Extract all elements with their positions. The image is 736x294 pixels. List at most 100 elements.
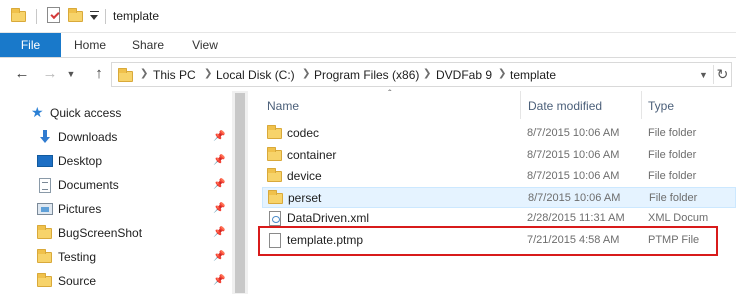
nav-item-source[interactable]: Source 📌 (0, 269, 232, 293)
nav-scrollbar[interactable] (232, 91, 248, 294)
file-type: File folder (648, 170, 697, 182)
breadcrumb-this-pc[interactable]: This PC (153, 68, 196, 82)
ribbon-tabs: File Home Share View (0, 33, 736, 58)
folder-icon (268, 190, 284, 205)
star-icon: ★ (31, 104, 44, 120)
nav-label: Documents (58, 178, 119, 192)
folder-icon[interactable] (11, 8, 27, 23)
file-row-device[interactable]: device 8/7/2015 10:06 AM File folder (262, 166, 736, 187)
pin-icon[interactable]: 📌 (213, 155, 225, 166)
chevron-right-icon[interactable]: ❯ (204, 68, 212, 79)
nav-label: Quick access (50, 106, 122, 120)
address-row: ← → ▼ ↑ ❯ This PC ❯ Local Disk (C:) ❯ Pr… (0, 58, 736, 91)
breadcrumb-dvdfab[interactable]: DVDFab 9 (436, 68, 492, 82)
file-date: 7/21/2015 4:58 AM (527, 234, 620, 246)
column-header-date[interactable]: Date modified (528, 99, 602, 113)
file-row-perset[interactable]: perset 8/7/2015 10:06 AM File folder (262, 187, 736, 208)
recent-locations-icon[interactable]: ▼ (66, 66, 76, 82)
file-name: DataDriven.xml (287, 211, 370, 225)
forward-arrow-icon[interactable]: → (40, 66, 60, 82)
title-bar: template (0, 0, 736, 33)
file-date: 8/7/2015 10:06 AM (528, 192, 621, 204)
nav-item-documents[interactable]: Documents 📌 (0, 173, 232, 197)
column-header-type[interactable]: Type (648, 99, 674, 113)
window-title: template (113, 9, 160, 23)
tab-share[interactable]: Share (119, 33, 177, 57)
nav-label: Testing (58, 250, 97, 264)
folder-icon (267, 125, 283, 140)
tab-view[interactable]: View (177, 33, 233, 57)
nav-label: BugScreenShot (58, 226, 143, 240)
file-date: 8/7/2015 10:06 AM (527, 149, 620, 161)
file-name: device (287, 169, 322, 183)
file-name: template.ptmp (287, 233, 364, 247)
nav-item-pictures[interactable]: Pictures 📌 (0, 197, 232, 221)
chevron-right-icon[interactable]: ❯ (302, 68, 310, 79)
chevron-right-icon[interactable]: ❯ (498, 68, 506, 79)
file-icon (267, 233, 283, 248)
nav-item-desktop[interactable]: Desktop 📌 (0, 149, 232, 173)
nav-label: Pictures (58, 202, 102, 216)
chevron-down-icon[interactable]: ▼ (699, 70, 708, 80)
new-folder-icon[interactable] (68, 8, 84, 23)
tab-file[interactable]: File (0, 33, 61, 57)
download-arrow-icon (37, 130, 53, 144)
pin-icon[interactable]: 📌 (213, 179, 225, 190)
navigation-pane: ★ Quick access Downloads 📌 Desktop 📌 Doc… (0, 91, 232, 294)
folder-icon (118, 68, 134, 82)
pin-icon[interactable]: 📌 (213, 131, 225, 142)
folder-icon (37, 225, 53, 240)
customize-toolbar-icon[interactable] (90, 11, 99, 21)
address-bar[interactable]: ❯ This PC ❯ Local Disk (C:) ❯ Program Fi… (111, 62, 732, 87)
column-divider[interactable] (520, 91, 521, 119)
file-date: 8/7/2015 10:06 AM (527, 170, 620, 182)
nav-item-testing[interactable]: Testing 📌 (0, 245, 232, 269)
file-row-datadriven[interactable]: DataDriven.xml 2/28/2015 11:31 AM XML Do… (262, 208, 736, 229)
file-type: PTMP File (648, 234, 700, 246)
chevron-right-icon[interactable]: ❯ (140, 68, 148, 79)
separator (36, 9, 37, 24)
file-name: codec (287, 126, 320, 140)
column-divider[interactable] (641, 91, 642, 119)
pin-icon[interactable]: 📌 (213, 227, 225, 238)
separator (105, 9, 106, 24)
nav-label: Downloads (58, 130, 118, 144)
desktop-icon (37, 154, 53, 168)
breadcrumb-local-disk[interactable]: Local Disk (C:) (216, 68, 295, 82)
documents-icon (37, 178, 53, 193)
refresh-icon[interactable]: ↻ (713, 65, 731, 84)
nav-quick-access[interactable]: ★ Quick access (0, 101, 232, 125)
back-arrow-icon[interactable]: ← (12, 66, 32, 82)
nav-label: Source (58, 274, 97, 288)
file-row-container[interactable]: container 8/7/2015 10:06 AM File folder (262, 145, 736, 166)
file-date: 2/28/2015 11:31 AM (527, 212, 625, 224)
nav-item-downloads[interactable]: Downloads 📌 (0, 125, 232, 149)
file-name: container (287, 148, 337, 162)
file-type: File folder (648, 127, 697, 139)
file-date: 8/7/2015 10:06 AM (527, 127, 620, 139)
pin-icon[interactable]: 📌 (213, 275, 225, 286)
breadcrumb-template[interactable]: template (510, 68, 556, 82)
pin-icon[interactable]: 📌 (213, 203, 225, 214)
tab-home[interactable]: Home (61, 33, 119, 57)
file-type: File folder (648, 149, 697, 161)
file-type: File folder (649, 192, 698, 204)
chevron-right-icon[interactable]: ❯ (423, 68, 431, 79)
folder-icon (267, 147, 283, 162)
file-row-template-ptmp[interactable]: template.ptmp 7/21/2015 4:58 AM PTMP Fil… (262, 230, 736, 251)
xml-file-icon (267, 211, 283, 226)
folder-icon (37, 273, 53, 288)
folder-icon (267, 168, 283, 183)
properties-icon[interactable] (47, 7, 60, 23)
file-type: XML Docum (648, 212, 709, 224)
file-row-codec[interactable]: codec 8/7/2015 10:06 AM File folder (262, 123, 736, 144)
nav-label: Desktop (58, 154, 103, 168)
folder-icon (37, 249, 53, 264)
breadcrumb-program-files[interactable]: Program Files (x86) (314, 68, 419, 82)
nav-item-bugscreenshot[interactable]: BugScreenShot 📌 (0, 221, 232, 245)
column-header-name[interactable]: Name (267, 99, 299, 113)
up-arrow-icon[interactable]: ↑ (89, 66, 109, 82)
pin-icon[interactable]: 📌 (213, 251, 225, 262)
file-name: perset (288, 191, 322, 205)
file-list-header: Name Date modified Type (248, 91, 736, 119)
